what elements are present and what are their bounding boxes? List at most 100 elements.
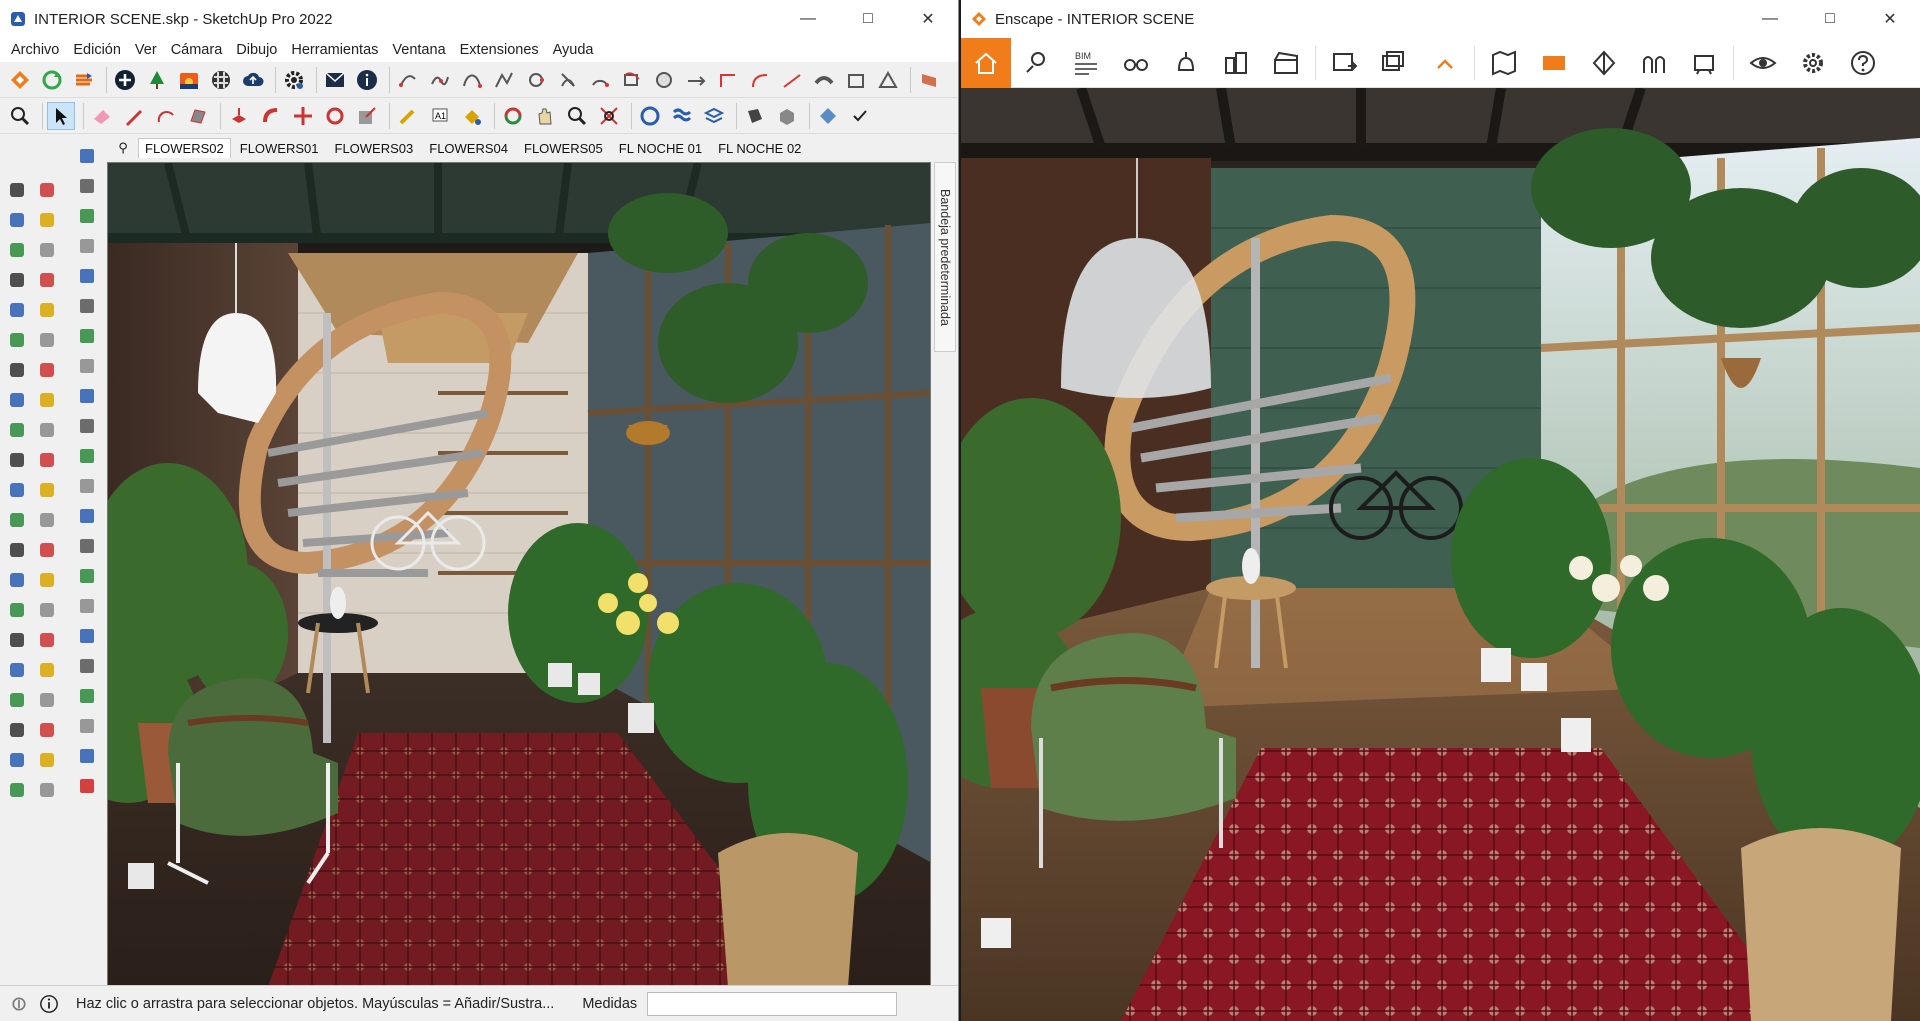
three-point-arc-tool-button[interactable]: [2, 385, 32, 415]
enscape-link-button[interactable]: [70, 66, 98, 94]
rectangle-tool-button[interactable]: [2, 295, 32, 325]
3d-text-tool-button[interactable]: [32, 565, 62, 595]
view-button[interactable]: [741, 102, 769, 130]
assets-button[interactable]: [1011, 38, 1061, 88]
freehand-tool-button[interactable]: [32, 265, 62, 295]
ext-tool-5[interactable]: [522, 66, 550, 94]
collapse-button[interactable]: [1420, 38, 1470, 88]
ext-tool-7[interactable]: [586, 66, 614, 94]
line-button[interactable]: [120, 102, 148, 130]
zoom-tool-button[interactable]: [563, 102, 591, 130]
rotate-button[interactable]: [321, 102, 349, 130]
offset-tool-button[interactable]: [32, 475, 62, 505]
drop-point-tool-button[interactable]: [72, 561, 102, 591]
dimension-tool-button[interactable]: [32, 505, 62, 535]
colors-tool-button[interactable]: [72, 291, 102, 321]
atmosphere-button[interactable]: [1629, 38, 1679, 88]
arc-button[interactable]: [152, 102, 180, 130]
sketchup-viewport[interactable]: [107, 162, 931, 986]
flip-edge-tool-button[interactable]: [72, 681, 102, 711]
export-button[interactable]: [1679, 38, 1729, 88]
menu-archivo[interactable]: Archivo: [4, 42, 66, 58]
eraser-button[interactable]: [88, 102, 116, 130]
ext-tool-17[interactable]: [915, 66, 943, 94]
ext-tool-3[interactable]: [458, 66, 486, 94]
mail-button[interactable]: [321, 66, 349, 94]
rotate-tool-button[interactable]: [2, 445, 32, 475]
menu-extensiones[interactable]: Extensiones: [453, 42, 546, 58]
video-editor-button[interactable]: [1261, 38, 1311, 88]
scene-tab-flowers02[interactable]: FLOWERS02: [138, 138, 231, 158]
warehouse-tool-button[interactable]: [2, 745, 32, 775]
ext-tool-16[interactable]: [874, 66, 902, 94]
paint-button[interactable]: [458, 102, 486, 130]
stamp-tool-button[interactable]: [72, 621, 102, 651]
menu-ver[interactable]: Ver: [128, 42, 164, 58]
map-button[interactable]: [1479, 38, 1529, 88]
hide-tool-button[interactable]: [72, 741, 102, 771]
protractor-tool-button[interactable]: [2, 535, 32, 565]
ext-tool-6[interactable]: [554, 66, 582, 94]
zoom-tool-button[interactable]: [2, 625, 32, 655]
zoom-button[interactable]: [6, 102, 34, 130]
move-button[interactable]: [289, 102, 317, 130]
two-point-arc-tool-button[interactable]: [32, 355, 62, 385]
scale-button[interactable]: [353, 102, 381, 130]
monochrome-tool-button[interactable]: [72, 351, 102, 381]
ext-tool-1[interactable]: [394, 66, 422, 94]
ext-tool-12[interactable]: [746, 66, 774, 94]
components-button[interactable]: [773, 102, 801, 130]
menu-ventana[interactable]: Ventana: [385, 42, 452, 58]
screenshot-button[interactable]: [1320, 38, 1370, 88]
material-button[interactable]: [207, 66, 235, 94]
eraser-tool-button[interactable]: [32, 205, 62, 235]
component-tool-button[interactable]: [2, 235, 32, 265]
scene-tab-fl-noche-02[interactable]: FL NOCHE 02: [711, 137, 809, 159]
material-editor-button[interactable]: [1579, 38, 1629, 88]
orbit-tool-tool-button[interactable]: [32, 175, 62, 205]
followme-tool-button[interactable]: [32, 445, 62, 475]
check-button[interactable]: [846, 102, 874, 130]
scene-tab-flowers01[interactable]: FLOWERS01: [232, 137, 326, 159]
tape-button[interactable]: [394, 102, 422, 130]
styles-button[interactable]: [814, 102, 842, 130]
tape-tool-button[interactable]: [32, 235, 62, 265]
smoove-tool-button[interactable]: [72, 591, 102, 621]
ext-tool-15[interactable]: [842, 66, 870, 94]
arc-tool-button[interactable]: [2, 355, 32, 385]
buildings-button[interactable]: [1211, 38, 1261, 88]
position-camera-tool-button[interactable]: [2, 685, 32, 715]
plane-up-tool-button[interactable]: [72, 471, 102, 501]
views-button[interactable]: [1111, 38, 1161, 88]
sunset-button[interactable]: [175, 66, 203, 94]
axis-tool-button[interactable]: [72, 141, 102, 171]
rotated-rect-tool-button[interactable]: [32, 295, 62, 325]
menu-ayuda[interactable]: Ayuda: [546, 42, 601, 58]
ext-tool-13[interactable]: [778, 66, 806, 94]
view-right-tool-button[interactable]: [72, 261, 102, 291]
scale-tool-button[interactable]: [2, 475, 32, 505]
enscape-sync-button[interactable]: [38, 66, 66, 94]
menu-edicion[interactable]: Edición: [66, 42, 128, 58]
scene-tab-fl-noche-01[interactable]: FL NOCHE 01: [611, 137, 710, 159]
pushpull-button[interactable]: [225, 102, 253, 130]
geolocation-icon[interactable]: [8, 993, 30, 1015]
circle-tool-button[interactable]: [2, 325, 32, 355]
layers-button[interactable]: [700, 102, 728, 130]
ext-tool-9[interactable]: [650, 66, 678, 94]
measurements-box[interactable]: [647, 991, 898, 1016]
red-block-tool-button[interactable]: [72, 771, 102, 801]
select-button[interactable]: [47, 101, 75, 130]
followme-button[interactable]: [257, 102, 285, 130]
polygon-tool-button[interactable]: [32, 325, 62, 355]
ext-tool-4[interactable]: [490, 66, 518, 94]
settings-button[interactable]: [280, 66, 308, 94]
ext-tool-8[interactable]: [618, 66, 646, 94]
help-button[interactable]: [1838, 38, 1888, 88]
upload-button[interactable]: [239, 66, 267, 94]
menu-herramientas[interactable]: Herramientas: [284, 42, 385, 58]
tree-button[interactable]: [143, 66, 171, 94]
info-button[interactable]: [353, 66, 381, 94]
tape-measure-tool-button[interactable]: [2, 505, 32, 535]
default-tray-tab[interactable]: Bandeja predeterminada: [934, 162, 956, 352]
